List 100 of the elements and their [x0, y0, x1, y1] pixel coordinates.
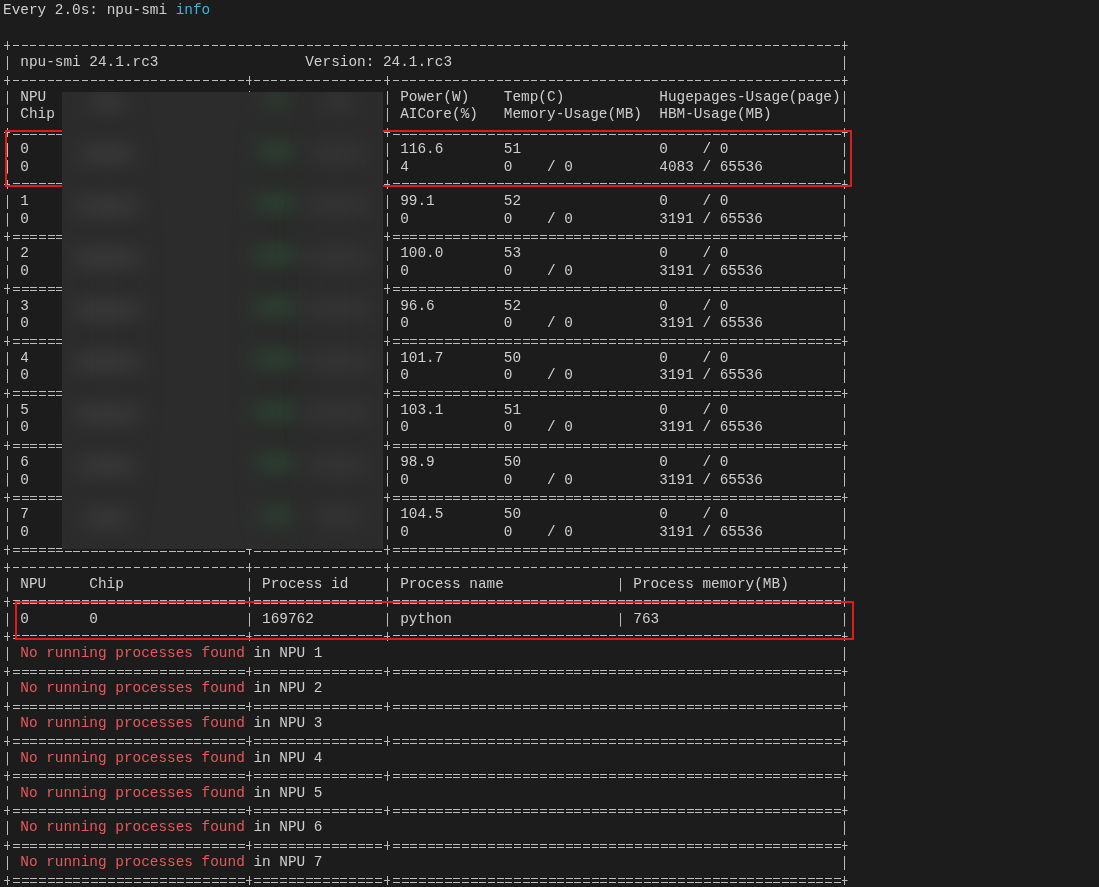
- table-cell: 0: [400, 471, 409, 488]
- table-cell: 0: [20, 262, 29, 281]
- table-cell: 3191 / 65536: [659, 315, 763, 333]
- npu-label: in NPU 6: [253, 819, 323, 837]
- table-cell: 0: [400, 419, 409, 436]
- table-cell: 0: [400, 262, 409, 279]
- table-cell: 0: [20, 210, 29, 229]
- npu-label: in NPU 2: [253, 680, 323, 698]
- table-cell: 0: [20, 315, 29, 333]
- table-cell: 50: [503, 349, 522, 366]
- table-cell: 0 / 0: [503, 367, 573, 384]
- table-cell: 6: [20, 454, 29, 472]
- status-message: No running processes found: [20, 749, 245, 768]
- table-cell: 1: [20, 193, 29, 211]
- npu-label: in NPU 7: [253, 854, 323, 872]
- column-header: Process name: [400, 575, 504, 594]
- table-cell: 4: [20, 349, 29, 368]
- npu-label: in NPU 5: [253, 784, 323, 802]
- table-cell: 3191 / 65536: [659, 367, 763, 385]
- table-cell: 101.7: [400, 349, 444, 366]
- version-label: Version: 24.1.rc3: [305, 54, 453, 72]
- table-cell: 0: [20, 367, 29, 385]
- table-cell: 0 / 0: [503, 158, 573, 175]
- table-cell: 3191 / 65536: [659, 523, 763, 542]
- table-cell: 0 / 0: [503, 419, 573, 436]
- column-header: Memory-Usage(MB): [503, 106, 642, 123]
- table-cell: 0 / 0: [503, 523, 573, 540]
- status-message: No running processes found: [20, 645, 245, 663]
- column-header: Hugepages-Usage(page): [659, 88, 841, 107]
- npu-label: in NPU 4: [253, 749, 323, 768]
- column-header: Process memory(MB): [633, 575, 789, 594]
- table-cell: 0 / 0: [503, 471, 573, 488]
- table-cell: 0: [89, 610, 98, 629]
- table-cell: 0: [20, 523, 29, 542]
- column-header: NPU: [20, 575, 47, 592]
- table-cell: 53: [503, 245, 522, 262]
- column-header: AICore(%): [400, 106, 478, 123]
- table-cell: 0: [400, 367, 409, 384]
- table-cell: 0: [400, 210, 409, 227]
- table-cell: 3191 / 65536: [659, 471, 763, 489]
- command-argument: info: [175, 2, 211, 20]
- table-cell: 0 / 0: [503, 315, 573, 332]
- table-cell: 0 / 0: [659, 193, 729, 211]
- status-message: No running processes found: [20, 854, 245, 872]
- table-cell: 0: [400, 315, 409, 332]
- column-header: Process id: [262, 575, 349, 594]
- column-header: Power(W): [400, 88, 470, 105]
- column-header: Chip: [89, 575, 124, 594]
- status-message: No running processes found: [20, 784, 245, 802]
- table-cell: 50: [503, 454, 522, 471]
- table-cell: 0 / 0: [503, 210, 573, 227]
- table-cell: 52: [503, 193, 522, 210]
- table-cell: 0: [20, 610, 29, 627]
- table-cell: 98.9: [400, 454, 435, 471]
- table-cell: 52: [503, 297, 522, 314]
- table-cell: 0: [20, 158, 29, 176]
- watch-interval: Every 2.0s:: [3, 2, 98, 20]
- column-header: NPU: [20, 88, 47, 107]
- table-cell: 50: [503, 506, 522, 523]
- table-cell: 51: [503, 402, 522, 418]
- table-cell: 7: [20, 506, 29, 524]
- table-cell: 763: [633, 610, 660, 629]
- table-cell: 0 / 0: [503, 262, 573, 279]
- table-cell: 100.0: [400, 245, 444, 262]
- table-cell: 0: [400, 523, 409, 540]
- column-header: HBM-Usage(MB): [659, 106, 772, 124]
- table-cell: 4: [400, 158, 409, 175]
- table-cell: 96.6: [400, 297, 435, 314]
- table-cell: 0 / 0: [659, 245, 729, 263]
- table-cell: 0 / 0: [659, 349, 729, 368]
- table-cell: 3: [20, 297, 29, 316]
- table-cell: 0 / 0: [659, 297, 729, 316]
- table-cell: 103.1: [400, 402, 444, 418]
- table-cell: 99.1: [400, 193, 435, 210]
- column-header: Chip: [20, 106, 55, 124]
- table-cell: 3191 / 65536: [659, 210, 763, 229]
- table-cell: 0 / 0: [659, 454, 729, 472]
- table-cell: 51: [503, 141, 522, 158]
- table-cell: 0: [20, 471, 29, 489]
- table-cell: 0 / 0: [659, 402, 729, 420]
- table-cell: python: [400, 610, 452, 629]
- table-cell: 5: [20, 402, 29, 420]
- npu-label: in NPU 1: [253, 645, 323, 663]
- table-cell: 116.6: [400, 141, 444, 158]
- tool-version: npu-smi 24.1.rc3: [20, 54, 160, 72]
- column-header: Temp(C): [503, 88, 565, 105]
- table-cell: 2: [20, 245, 29, 263]
- table-cell: 169762: [262, 610, 314, 629]
- table-cell: 104.5: [400, 506, 444, 523]
- command-text: npu-smi: [106, 2, 168, 20]
- table-cell: 3191 / 65536: [659, 262, 763, 281]
- status-message: No running processes found: [20, 680, 245, 698]
- table-cell: 0 / 0: [659, 141, 729, 159]
- table-cell: 0: [20, 141, 29, 159]
- npu-label: in NPU 3: [253, 715, 323, 733]
- table-cell: 4083 / 65536: [659, 158, 763, 176]
- table-cell: 0: [20, 419, 29, 437]
- status-message: No running processes found: [20, 715, 245, 733]
- status-message: No running processes found: [20, 819, 245, 837]
- table-cell: 3191 / 65536: [659, 419, 763, 437]
